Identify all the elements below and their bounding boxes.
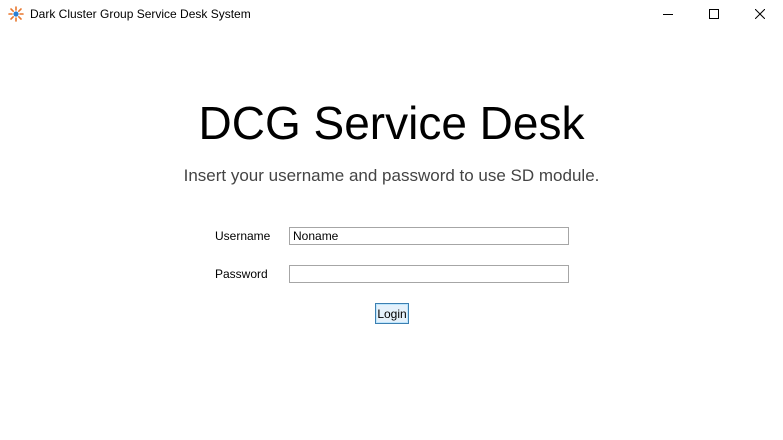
password-field[interactable] (289, 265, 569, 283)
title-bar[interactable]: Dark Cluster Group Service Desk System (0, 0, 783, 30)
close-icon (754, 6, 766, 24)
close-button[interactable] (737, 0, 783, 29)
username-field[interactable] (289, 227, 569, 245)
page-subtitle: Insert your username and password to use… (183, 166, 600, 185)
minimize-icon (663, 6, 673, 24)
page-title: DCG Service Desk (198, 97, 585, 149)
window-title: Dark Cluster Group Service Desk System (30, 7, 251, 21)
login-button[interactable]: Login (375, 303, 409, 324)
maximize-icon (709, 6, 719, 24)
maximize-button[interactable] (691, 0, 737, 29)
minimize-button[interactable] (645, 0, 691, 29)
username-label: Username (215, 229, 271, 243)
sun-burst-icon (8, 6, 24, 22)
password-label: Password (215, 267, 268, 281)
app-window: Dark Cluster Group Service Desk System D… (0, 0, 783, 440)
